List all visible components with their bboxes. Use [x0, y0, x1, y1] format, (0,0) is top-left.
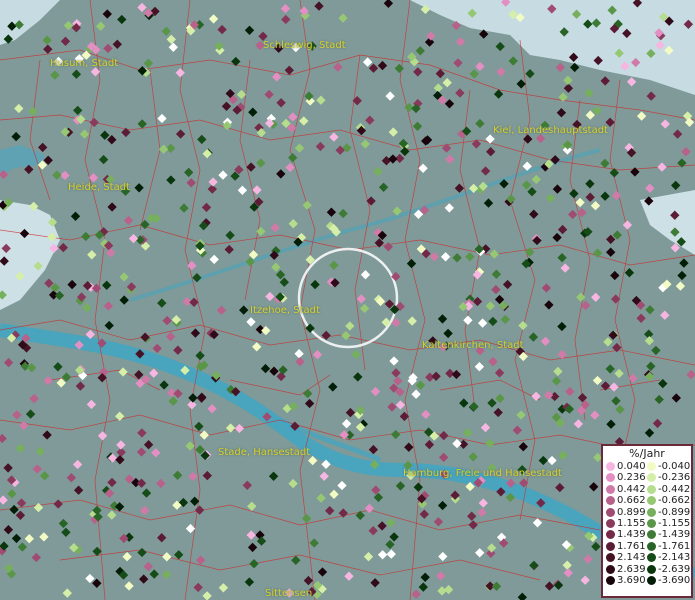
legend-swatch-negative [647, 473, 656, 483]
map-canvas[interactable] [0, 0, 695, 600]
legend-value-negative: -0.040 [658, 461, 691, 472]
city-label-husum: Husum, Stadt [50, 58, 119, 69]
legend-swatch-negative [647, 496, 656, 506]
legend-value-positive: 0.442 [617, 483, 646, 495]
legend-value-negative: -2.143 [658, 552, 691, 564]
legend-swatch-positive [606, 462, 615, 471]
legend-swatch-negative [647, 553, 656, 563]
legend-swatch-positive [606, 530, 615, 540]
legend-swatch-positive [606, 496, 615, 506]
legend-swatch-positive [606, 484, 615, 494]
legend-swatch-negative [647, 575, 656, 585]
legend-swatch-negative [647, 541, 656, 551]
city-label-kiel: Kiel, Landeshauptstadt [493, 125, 608, 136]
legend-swatch-positive [606, 507, 615, 517]
city-label-hamburg: Hamburg, Freie und Hansestadt [403, 468, 562, 479]
legend-value-positive: 0.040 [617, 461, 646, 472]
legend-swatch-positive [606, 575, 615, 585]
city-label-kaltenkirchen: Kaltenkirchen, Stadt [422, 340, 524, 351]
legend-value-positive: 0.236 [617, 472, 646, 484]
legend-swatch-negative [647, 484, 656, 494]
legend-row: 0.040 -0.040 [603, 461, 691, 472]
legend-value-negative: -1.155 [658, 517, 691, 529]
legend-title: %/Jahr [629, 447, 665, 460]
legend-value-negative: -0.899 [658, 506, 691, 518]
legend-value-negative: -0.442 [658, 483, 691, 495]
legend-swatch-positive [606, 518, 615, 528]
legend-swatch-negative [647, 462, 656, 471]
legend-swatch-negative [647, 507, 656, 517]
city-label-itzehoe: Itzehoe, Stadt [250, 305, 320, 316]
legend-value-positive: 2.639 [617, 563, 646, 575]
legend-swatch-positive [606, 473, 615, 483]
legend-value-negative: -2.639 [658, 563, 691, 575]
legend-value-negative: -0.662 [658, 495, 691, 507]
city-label-schleswig: Schleswig, Stadt [263, 40, 346, 51]
legend-row: 0.899 -0.899 [603, 507, 691, 518]
legend-value-positive: 1.439 [617, 529, 646, 541]
legend-rows: 0.040 -0.040 0.236 -0.236 0.442 -0.442 0.662 -0… [603, 461, 691, 586]
legend-row: 1.439 -1.439 [603, 529, 691, 540]
legend-swatch-positive [606, 553, 615, 563]
legend-swatch-positive [606, 564, 615, 574]
legend-swatch-negative [647, 530, 656, 540]
legend-value-positive: 1.155 [617, 517, 646, 529]
legend-value-negative: -1.439 [658, 529, 691, 541]
city-label-sittensen: Sittensen [265, 588, 313, 599]
city-label-stade: Stade, Hansestadt [218, 447, 311, 458]
legend-row: 0.442 -0.442 [603, 484, 691, 495]
legend-row: 1.155 -1.155 [603, 518, 691, 529]
legend-row: 2.143 -2.143 [603, 552, 691, 563]
legend-row: 3.690 -3.690 [603, 575, 691, 586]
legend-value-positive: 1.761 [617, 540, 646, 552]
legend-row: 2.639 -2.639 [603, 564, 691, 575]
legend-swatch-positive [606, 541, 615, 551]
legend: %/Jahr 0.040 -0.040 0.236 -0.236 0.442 -0.442… [601, 444, 693, 598]
legend-value-negative: -3.690 [658, 574, 691, 586]
legend-value-negative: -0.236 [658, 472, 691, 484]
legend-value-positive: 0.662 [617, 495, 646, 507]
legend-value-positive: 0.899 [617, 506, 646, 518]
legend-value-positive: 3.690 [617, 574, 646, 586]
legend-row: 0.662 -0.662 [603, 495, 691, 506]
legend-swatch-negative [647, 518, 656, 528]
legend-value-negative: -1.761 [658, 540, 691, 552]
city-label-heide: Heide, Stadt [68, 182, 130, 193]
legend-value-positive: 2.143 [617, 552, 646, 564]
legend-row: 1.761 -1.761 [603, 541, 691, 552]
legend-swatch-negative [647, 564, 656, 574]
land-area [0, 0, 695, 600]
legend-row: 0.236 -0.236 [603, 472, 691, 483]
